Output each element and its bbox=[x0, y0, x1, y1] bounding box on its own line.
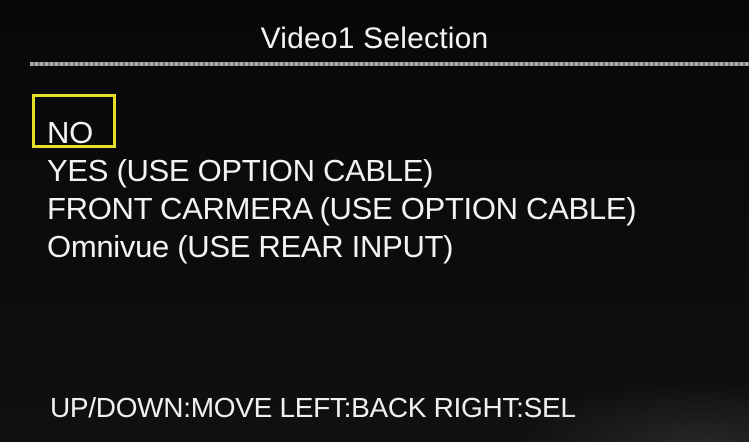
display-screen: Video1 Selection NO YES (USE OPTION CABL… bbox=[0, 0, 749, 442]
option-label: FRONT CARMERA (USE OPTION CABLE) bbox=[47, 191, 637, 226]
option-omnivue[interactable]: Omnivue (USE REAR INPUT) bbox=[47, 228, 636, 266]
title-divider bbox=[30, 62, 749, 66]
option-list: NO YES (USE OPTION CABLE) FRONT CARMERA … bbox=[47, 106, 637, 266]
option-label: NO bbox=[47, 115, 93, 150]
option-label: Omnivue (USE REAR INPUT) bbox=[47, 229, 454, 264]
navigation-hint: UP/DOWN:MOVE LEFT:BACK RIGHT:SEL bbox=[50, 392, 576, 423]
option-no[interactable]: NO bbox=[47, 114, 636, 152]
option-label: YES (USE OPTION CABLE) bbox=[47, 153, 434, 188]
option-yes[interactable]: YES (USE OPTION CABLE) bbox=[47, 152, 636, 190]
page-title: Video1 Selection bbox=[260, 22, 489, 55]
option-front-camera[interactable]: FRONT CARMERA (USE OPTION CABLE) bbox=[47, 190, 637, 228]
